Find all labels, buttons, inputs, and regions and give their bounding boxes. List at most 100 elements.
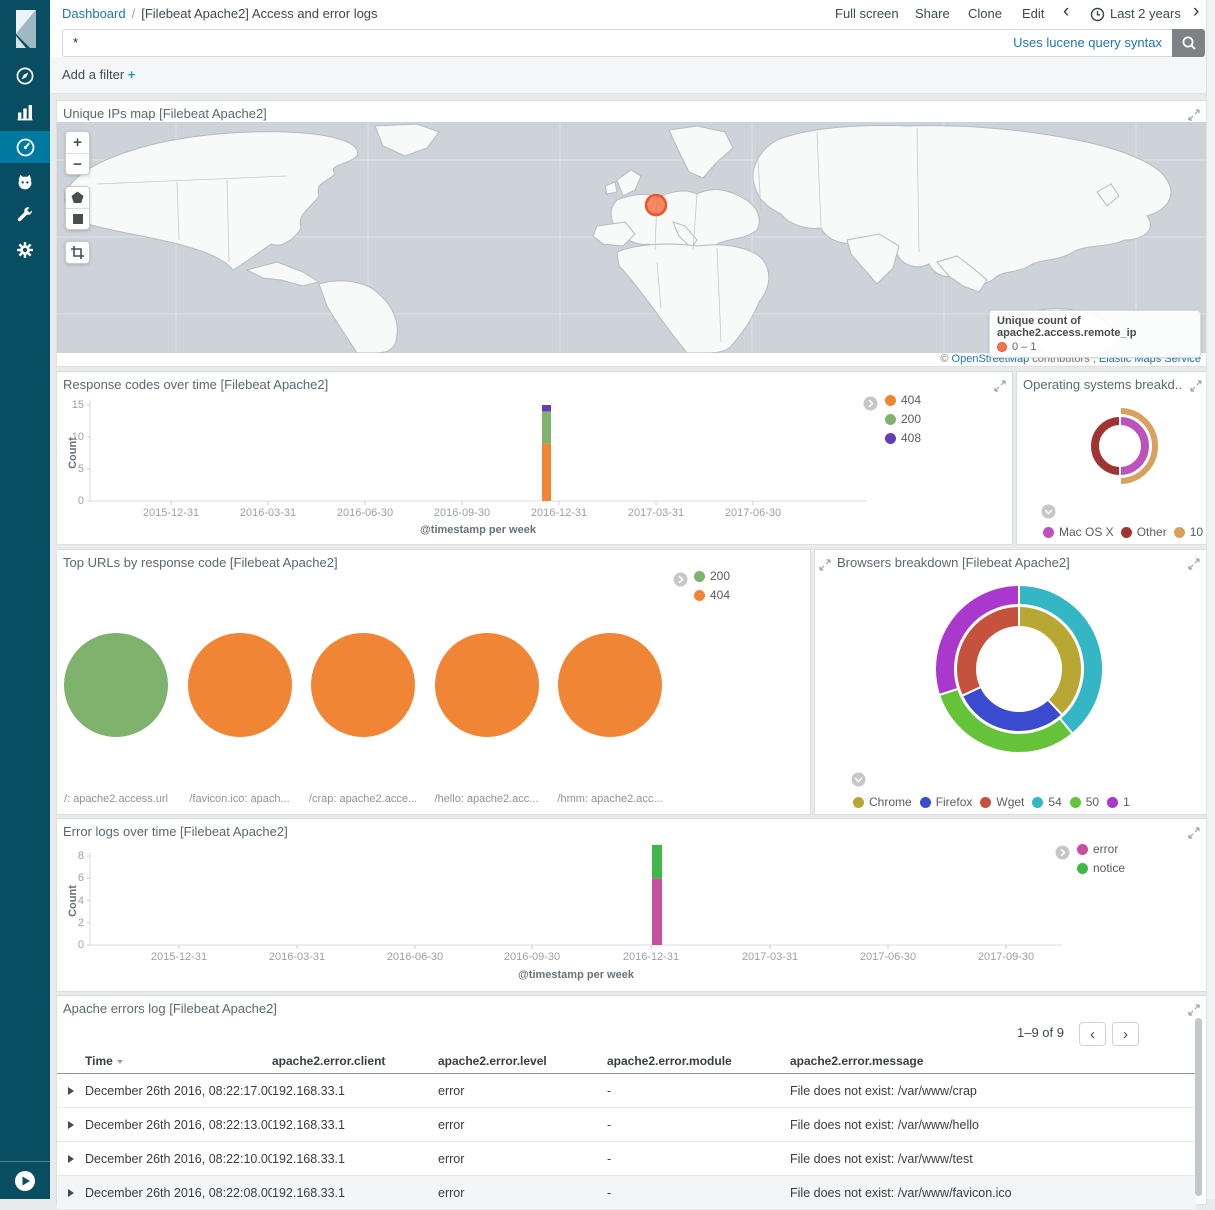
search-button[interactable] — [1172, 29, 1205, 57]
map-polygon-tool-button[interactable] — [66, 187, 89, 208]
sidebar-item-dashboard[interactable] — [0, 131, 50, 163]
legend-item-10[interactable]: 10 — [1174, 525, 1203, 539]
sidebar-item-visualize[interactable] — [0, 96, 50, 128]
bar-segment-408[interactable] — [542, 405, 551, 411]
x-tick: 2016-12-31 — [531, 507, 587, 519]
map-zoom-in-button[interactable]: + — [66, 132, 89, 153]
bar-chart-icon — [15, 102, 35, 122]
legend-item-408[interactable]: 408 — [885, 431, 921, 445]
legend-label: 54 — [1048, 795, 1061, 809]
play-circle-icon — [14, 1170, 36, 1192]
column-header-apache2-error-level[interactable]: apache2.error.level — [438, 1054, 607, 1068]
legend-item-404[interactable]: 404 — [885, 393, 921, 407]
time-forward-button[interactable]: › — [1193, 2, 1199, 22]
add-filter-button[interactable]: Add a filter + — [62, 67, 135, 82]
cell-module: - — [607, 1186, 790, 1200]
legend-item-54[interactable]: 54 — [1032, 795, 1061, 809]
map-zoom-out-button[interactable]: − — [66, 153, 89, 174]
column-header-time[interactable]: Time — [85, 1054, 272, 1068]
legend-item-notice[interactable]: notice — [1077, 861, 1125, 875]
edit-button[interactable]: Edit — [1022, 6, 1044, 21]
search-input[interactable]: * — [73, 35, 78, 50]
pie-crap-apache2-acce[interactable] — [311, 633, 415, 737]
map-marker-germany[interactable] — [646, 195, 666, 215]
legend-item-wget[interactable]: Wget — [980, 795, 1024, 809]
lucene-syntax-link[interactable]: Uses lucene query syntax — [1013, 35, 1162, 50]
sidebar-item-discover[interactable] — [0, 60, 50, 92]
legend-dot — [1174, 527, 1185, 538]
pie-favicon-ico-apach[interactable] — [188, 633, 292, 737]
expand-row-caret[interactable] — [68, 1155, 74, 1163]
expand-row-caret[interactable] — [68, 1189, 74, 1197]
pie-label: /crap: apache2.acce... — [309, 793, 417, 805]
legend-item-1[interactable]: 1 — [1107, 795, 1130, 809]
legend-item-chrome[interactable]: Chrome — [853, 795, 912, 809]
bar-segment-404[interactable] — [542, 443, 551, 501]
full-screen-button[interactable]: Full screen — [835, 6, 899, 21]
legend-dot — [1107, 797, 1118, 808]
page-scrollbar-track[interactable] — [1206, 0, 1215, 1199]
bar-segment-notice[interactable] — [652, 845, 662, 878]
legend-toggle-icon[interactable] — [851, 772, 866, 792]
legend-item-other[interactable]: Other — [1121, 525, 1167, 539]
x-tick: 2016-12-31 — [623, 951, 679, 963]
map-legend-dot — [997, 342, 1007, 352]
donut-segment-other[interactable] — [1090, 416, 1120, 476]
map-fit-bounds-button[interactable] — [66, 242, 89, 263]
pie-apache2-access-url[interactable] — [64, 633, 168, 737]
compass-icon — [15, 66, 35, 86]
kibana-logo[interactable] — [0, 0, 50, 56]
clone-button[interactable]: Clone — [968, 6, 1002, 21]
expand-row-caret[interactable] — [68, 1087, 74, 1095]
pie-hello-apache2-acc[interactable] — [435, 633, 539, 737]
cell-message: File does not exist: /var/www/crap — [790, 1084, 1196, 1098]
x-tick: 2017-06-30 — [725, 507, 781, 519]
legend-toggle-icon[interactable] — [1041, 504, 1056, 524]
sidebar-collapse-button[interactable] — [0, 1161, 50, 1199]
column-header-apache2-error-module[interactable]: apache2.error.module — [607, 1054, 790, 1068]
time-range-label[interactable]: Last 2 years — [1110, 6, 1181, 21]
legend-item-404[interactable]: 404 — [694, 588, 730, 602]
legend-dot — [694, 590, 705, 601]
pie-hmm-apache2-acc[interactable] — [558, 633, 662, 737]
column-header-apache2-error-message[interactable]: apache2.error.message — [790, 1054, 1196, 1068]
error-logs-chart[interactable] — [57, 819, 1206, 991]
breadcrumb-dashboard-link[interactable]: Dashboard — [62, 6, 126, 21]
pagination-prev-button[interactable]: ‹ — [1079, 1022, 1106, 1046]
share-button[interactable]: Share — [915, 6, 950, 21]
sidebar-item-devtools[interactable] — [0, 200, 50, 232]
table-scrollbar-thumb[interactable] — [1195, 1018, 1202, 1196]
time-back-button[interactable]: ‹ — [1063, 2, 1069, 22]
cell-client: 192.168.33.1 — [272, 1084, 438, 1098]
cell-client: 192.168.33.1 — [272, 1152, 438, 1166]
legend-dot — [980, 797, 991, 808]
sort-desc-icon — [117, 1060, 123, 1064]
browsers-donut-chart[interactable] — [815, 550, 1206, 785]
legend-item-200[interactable]: 200 — [885, 412, 921, 426]
legend-label: 10 — [1190, 525, 1203, 539]
legend-label: 408 — [901, 431, 921, 445]
y-tick: 15 — [72, 399, 84, 411]
map-legend-range: 0 – 1 — [1012, 341, 1036, 353]
sidebar-item-management[interactable] — [0, 234, 50, 266]
bar-segment-error[interactable] — [652, 878, 662, 945]
legend-item-firefox[interactable]: Firefox — [920, 795, 973, 809]
bar-segment-200[interactable] — [542, 411, 551, 443]
legend-item-error[interactable]: error — [1077, 842, 1125, 856]
legend-label: 404 — [710, 588, 730, 602]
column-header-apache2-error-client[interactable]: apache2.error.client — [272, 1054, 438, 1068]
y-tick: 5 — [78, 463, 84, 475]
table-row: December 26th 2016, 08:22:17.000192.168.… — [57, 1074, 1196, 1108]
legend-toggle-icon[interactable] — [1055, 845, 1070, 865]
legend-item-mac-os-x[interactable]: Mac OS X — [1043, 525, 1114, 539]
sidebar-item-timelion[interactable] — [0, 166, 50, 198]
legend-toggle-icon[interactable] — [673, 572, 688, 592]
pie-label: /hello: apache2.acc... — [435, 793, 539, 805]
legend-toggle-icon[interactable] — [863, 396, 878, 416]
legend-item-50[interactable]: 50 — [1070, 795, 1099, 809]
map-rectangle-tool-button[interactable] — [66, 208, 89, 229]
expand-row-caret[interactable] — [68, 1121, 74, 1129]
legend-item-200[interactable]: 200 — [694, 569, 730, 583]
pagination-next-button[interactable]: › — [1112, 1022, 1139, 1046]
legend-label: Firefox — [936, 795, 973, 809]
